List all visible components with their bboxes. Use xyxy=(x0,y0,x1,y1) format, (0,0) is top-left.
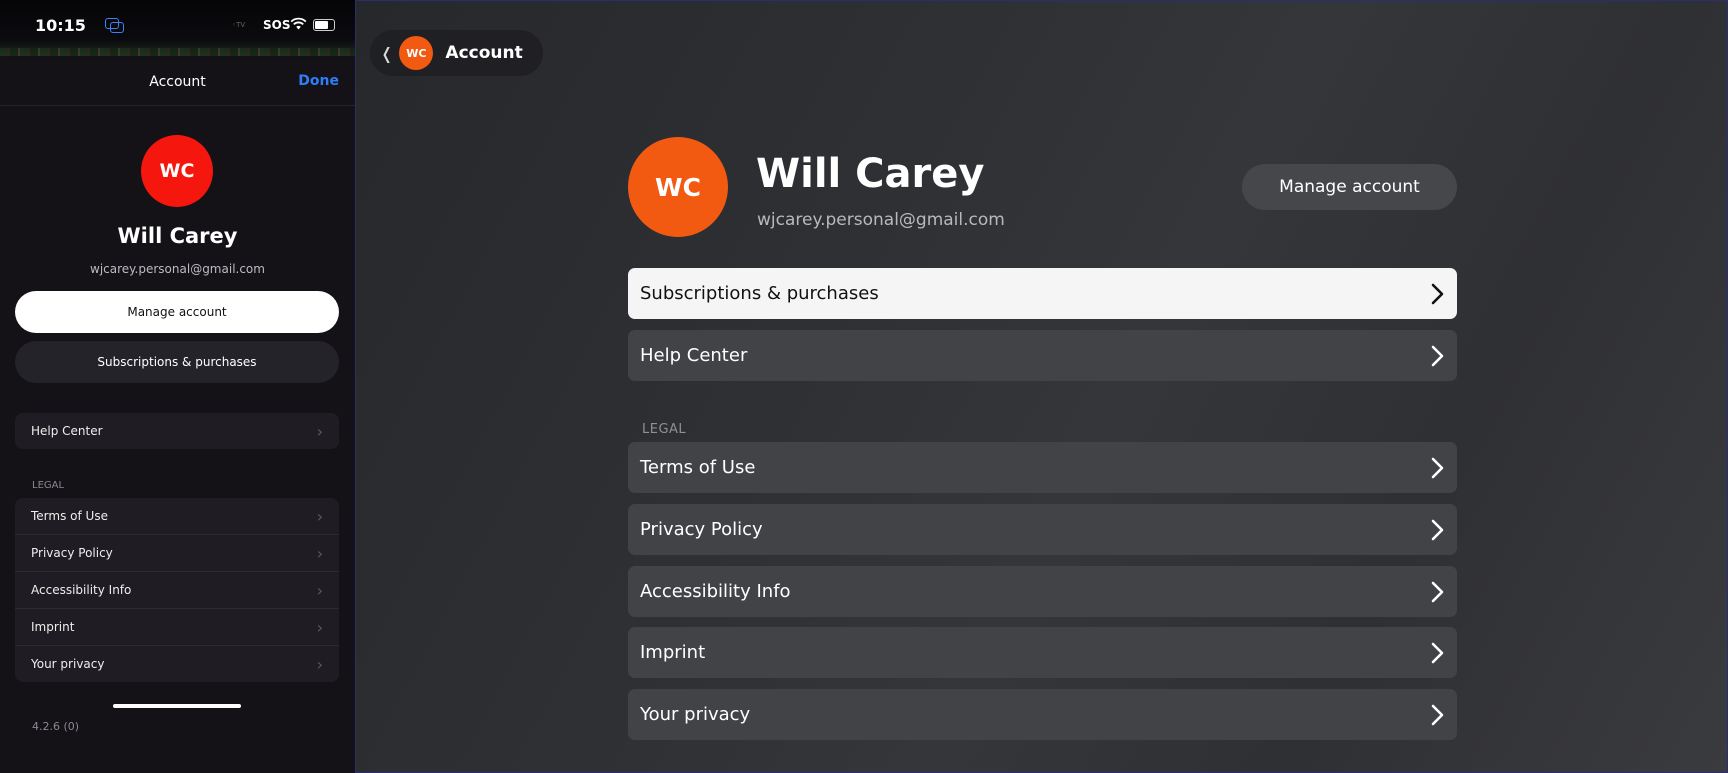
row-label: Imprint xyxy=(31,620,75,634)
chevron-right-icon: › xyxy=(316,543,323,563)
chevron-right-icon xyxy=(1431,457,1444,478)
privacy-policy-row[interactable]: Privacy Policy xyxy=(628,504,1457,555)
row-label: Help Center xyxy=(31,424,103,438)
imprint-row[interactable]: Imprint xyxy=(628,627,1457,678)
profile-email: wjcarey.personal@gmail.com xyxy=(757,210,1005,230)
chevron-right-icon: › xyxy=(316,506,323,526)
row-label: Your privacy xyxy=(640,704,751,725)
phone-screen: 10:15 ◦TV SOS Account Done WC Will Carey… xyxy=(0,0,355,773)
chevron-right-icon xyxy=(1431,283,1444,304)
terms-row[interactable]: Terms of Use xyxy=(628,442,1457,493)
subscriptions-button[interactable]: Subscriptions & purchases xyxy=(15,341,339,383)
chevron-right-icon: › xyxy=(316,421,323,441)
row-label: Privacy Policy xyxy=(31,546,113,560)
tv-screen: ❬ WC Account WC Will Carey wjcarey.perso… xyxy=(355,0,1728,773)
help-center-row[interactable]: Help Center › xyxy=(15,413,339,449)
battery-icon xyxy=(313,19,335,31)
back-label: Account xyxy=(445,43,523,63)
profile-name: Will Carey xyxy=(117,224,238,248)
screen-mirroring-icon xyxy=(105,18,125,33)
status-time: 10:15 xyxy=(35,16,86,35)
chevron-left-icon: ❬ xyxy=(380,43,394,63)
wifi-icon xyxy=(290,17,307,30)
wallpaper-strip xyxy=(0,48,355,56)
chevron-right-icon xyxy=(1431,519,1444,540)
home-indicator[interactable] xyxy=(113,704,241,708)
your-privacy-row[interactable]: Your privacy › xyxy=(15,645,339,682)
chevron-right-icon xyxy=(1431,345,1444,366)
chevron-right-icon: › xyxy=(316,654,323,674)
chevron-right-icon: › xyxy=(316,617,323,637)
carrier-indicator: ◦TV xyxy=(232,21,246,29)
your-privacy-row[interactable]: Your privacy xyxy=(628,689,1457,740)
sheet-header: Account Done xyxy=(0,58,355,106)
mini-avatar: WC xyxy=(399,36,434,70)
app-version: 4.2.6 (0) xyxy=(32,720,80,733)
row-label: Privacy Policy xyxy=(640,519,763,540)
chevron-right-icon: › xyxy=(316,580,323,600)
manage-account-button[interactable]: Manage account xyxy=(1242,164,1457,210)
imprint-row[interactable]: Imprint › xyxy=(15,608,339,645)
row-label: Help Center xyxy=(640,345,748,366)
help-group: Help Center › xyxy=(15,413,339,449)
row-label: Imprint xyxy=(640,642,706,663)
terms-row[interactable]: Terms of Use › xyxy=(15,498,339,534)
back-button[interactable]: ❬ WC Account xyxy=(370,30,543,76)
avatar: WC xyxy=(141,135,213,207)
accessibility-row[interactable]: Accessibility Info › xyxy=(15,571,339,608)
row-label: Subscriptions & purchases xyxy=(640,283,879,304)
done-button[interactable]: Done xyxy=(298,73,339,89)
help-center-row[interactable]: Help Center xyxy=(628,330,1457,381)
subscriptions-row[interactable]: Subscriptions & purchases xyxy=(628,268,1457,319)
legal-group: Terms of Use › Privacy Policy › Accessib… xyxy=(15,498,339,682)
row-label: Accessibility Info xyxy=(31,583,132,597)
legal-section-label: LEGAL xyxy=(32,480,65,491)
status-bar: 10:15 ◦TV SOS xyxy=(0,0,355,56)
account-sheet: Account Done WC Will Carey wjcarey.perso… xyxy=(0,58,355,773)
avatar: WC xyxy=(628,137,728,237)
profile-email: wjcarey.personal@gmail.com xyxy=(90,262,265,276)
row-label: Your privacy xyxy=(31,657,105,671)
chevron-right-icon xyxy=(1431,642,1444,663)
legal-section-label: LEGAL xyxy=(642,422,687,437)
sos-indicator: SOS xyxy=(263,18,291,32)
manage-account-button[interactable]: Manage account xyxy=(15,291,339,333)
row-label: Terms of Use xyxy=(31,509,108,523)
profile-name: Will Carey xyxy=(756,151,985,197)
chevron-right-icon xyxy=(1431,704,1444,725)
chevron-right-icon xyxy=(1431,581,1444,602)
row-label: Accessibility Info xyxy=(640,581,791,602)
accessibility-row[interactable]: Accessibility Info xyxy=(628,566,1457,617)
privacy-policy-row[interactable]: Privacy Policy › xyxy=(15,534,339,571)
row-label: Terms of Use xyxy=(640,457,756,478)
